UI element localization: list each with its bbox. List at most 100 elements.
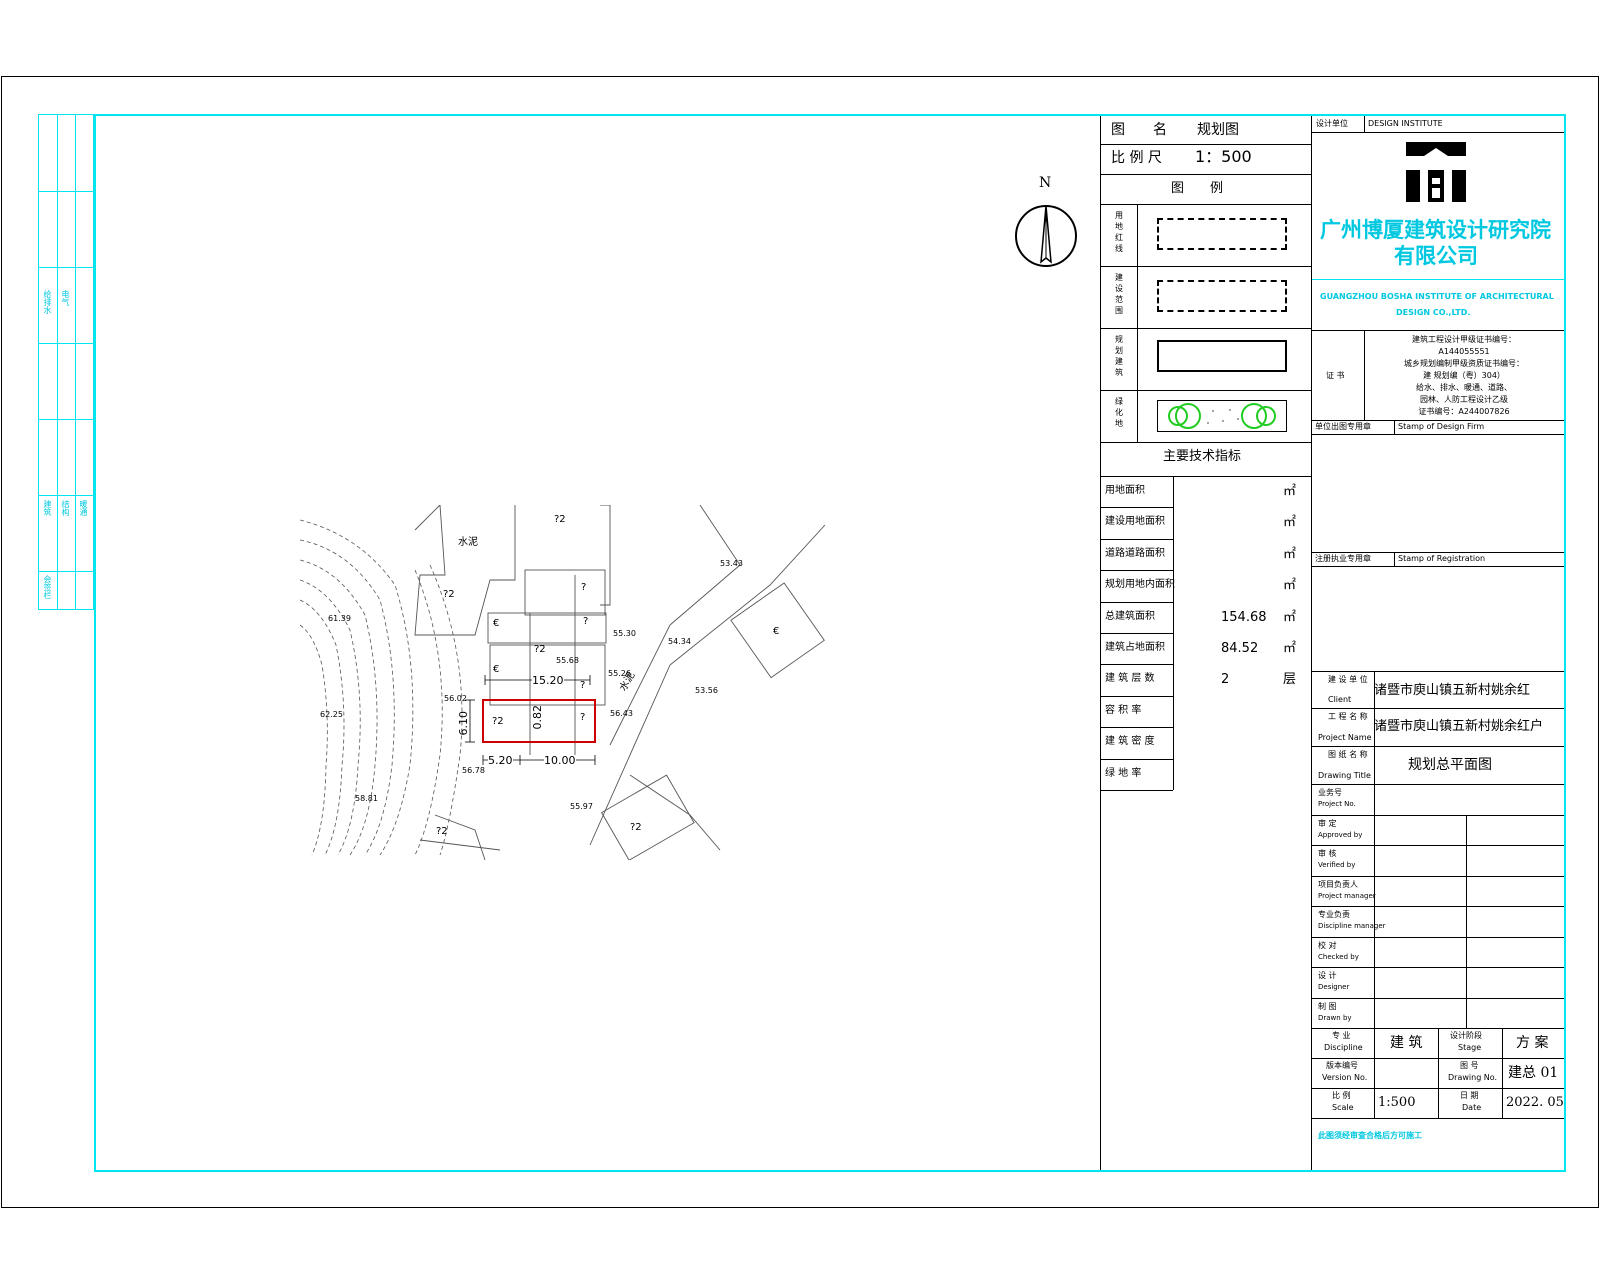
scale-value: 1：500 [1195, 147, 1252, 166]
drawing-title-en: Drawing Title [1318, 771, 1371, 780]
sign-label-en: Designer [1318, 983, 1350, 991]
elevation: 55.68 [556, 656, 579, 665]
elevation: 58.81 [355, 794, 378, 803]
sign-label-en: Project manager [1318, 891, 1376, 900]
drawing-no-en: Drawing No. [1448, 1073, 1498, 1082]
indicator-value: 84.52 [1221, 641, 1259, 656]
elevation: 53.56 [695, 686, 718, 695]
date-en: Date [1462, 1103, 1482, 1112]
sign-label-en: Discipline manager [1318, 922, 1386, 930]
scale-value: 1:500 [1378, 1095, 1416, 1110]
legend-label: 用地红线 [1115, 211, 1123, 253]
indicator-unit: ㎡ [1283, 515, 1297, 531]
scale-en: Scale [1332, 1103, 1354, 1112]
legend-title: 图 例 [1171, 181, 1224, 196]
scale-label: 比 例 [1332, 1091, 1351, 1100]
company-name-en-2: DESIGN CO.,LTD. [1396, 308, 1471, 317]
indicator-divider [1101, 790, 1173, 791]
indicator-divider [1101, 727, 1173, 729]
indicator-value: 2 [1221, 672, 1230, 688]
legend-panel: 图 名 规划图 比 例 尺 1：500 图 例 用地红线 建设范围 规划建筑 绿… [1100, 116, 1312, 1170]
indicator-divider [1101, 601, 1173, 603]
elevation: 53.43 [720, 559, 743, 568]
cert-label: 证 书 [1326, 371, 1345, 380]
indicator-divider [1101, 570, 1173, 572]
sign-label: 审 定 [1318, 818, 1337, 828]
dim-label: 10.00 [544, 754, 576, 767]
bind-label: 结构 [61, 500, 70, 516]
plan-label: 水泥 [458, 537, 478, 548]
plan-label: € [493, 664, 500, 675]
compass-icon [1015, 205, 1077, 267]
bind-label: 给排水 [43, 290, 52, 314]
plan-label: ? [583, 616, 589, 627]
legend-label: 规划建筑 [1115, 335, 1123, 377]
sign-label: 审 核 [1318, 849, 1337, 858]
discipline-label: 专 业 [1332, 1031, 1351, 1040]
elevation: 56.78 [462, 766, 485, 775]
sign-label-en: Drawn by [1318, 1013, 1352, 1022]
sign-col-divider [1466, 814, 1467, 1028]
indicator-label: 建筑占地面积 [1105, 642, 1165, 653]
project-label: 工 程 名 称 [1328, 712, 1368, 721]
plan-label: ?2 [436, 826, 448, 837]
plan-label: € [773, 626, 780, 637]
company-name-cn-2: 有限公司 [1394, 244, 1478, 268]
registration-label: 注册执业专用章 [1315, 554, 1371, 563]
drawing-no-label: 图 号 [1460, 1061, 1479, 1070]
registration-en: Stamp of Registration [1398, 554, 1486, 563]
indicator-unit: 层 [1283, 672, 1297, 688]
indicator-label: 建设用地面积 [1105, 516, 1165, 528]
plan-label: ?2 [630, 822, 642, 833]
bind-label: 会签栏 [43, 575, 52, 599]
indicator-label: 容 积 率 [1105, 704, 1142, 716]
company-name-en-1: GUANGZHOU BOSHA INSTITUTE OF ARCHITECTUR… [1320, 292, 1554, 301]
north-arrow: N [1013, 176, 1083, 272]
elevation: 54.34 [668, 637, 691, 646]
indicator-divider [1101, 695, 1173, 697]
sign-row-divider [1312, 936, 1564, 938]
title-block: 设计单位 DESIGN INSTITUTE 广州博厦建筑设计研究院 有限公司 G… [1312, 116, 1564, 1170]
elevation: 62.25 [320, 710, 343, 719]
dim-label: 15.20 [532, 674, 564, 687]
elevation: 61.39 [328, 614, 351, 623]
indicator-label: 用地面积 [1105, 485, 1145, 496]
legend-dashdot-symbol [1157, 218, 1287, 250]
legend-dashed-symbol [1157, 280, 1287, 312]
sign-row-divider [1312, 814, 1564, 816]
indicator-label: 总建筑面积 [1105, 610, 1155, 622]
drawing-title-value: 规划总平面图 [1408, 757, 1492, 773]
version-label: 版本编号 [1326, 1061, 1358, 1070]
indicator-divider [1101, 507, 1173, 509]
indicator-unit: ㎡ [1283, 484, 1297, 499]
sign-label: 设 计 [1318, 971, 1337, 980]
sign-row-divider [1312, 967, 1564, 968]
stamp-label: 单位出图专用章 [1315, 422, 1371, 431]
client-value: 诸暨市庾山镇五新村姚余红 [1374, 683, 1531, 698]
plan-label: € [493, 618, 500, 629]
date-label: 日 期 [1460, 1091, 1479, 1100]
sign-label-en: Project No. [1318, 800, 1356, 808]
indicator-unit: ㎡ [1283, 578, 1297, 594]
bind-label: 建筑 [43, 500, 52, 516]
indicators-title: 主要技术指标 [1163, 449, 1242, 464]
sign-label-en: Approved by [1318, 830, 1363, 839]
drawing-label: 图 名 [1111, 122, 1167, 138]
dim-label: 0.82 [531, 705, 544, 730]
stage-label: 设计阶段 [1450, 1031, 1482, 1040]
elevation: 55.97 [570, 802, 593, 811]
drawing-name: 规划图 [1197, 122, 1239, 138]
sign-row-divider [1312, 906, 1564, 907]
stage-en: Stage [1458, 1043, 1482, 1052]
sign-label: 校 对 [1318, 940, 1337, 950]
company-name-cn-1: 广州博厦建筑设计研究院 [1320, 218, 1551, 242]
stage-value: 方 案 [1516, 1035, 1549, 1051]
indicator-unit: ㎡ [1283, 546, 1297, 562]
discipline-value: 建 筑 [1390, 1035, 1423, 1051]
legend-trees-symbol [1157, 400, 1287, 432]
sign-label-en: Checked by [1318, 952, 1359, 961]
indicator-label: 道路道路面积 [1105, 547, 1165, 559]
plan-label: ? [580, 712, 586, 723]
legend-label: 建设范围 [1115, 273, 1123, 315]
indicator-label: 绿 地 率 [1105, 767, 1142, 779]
